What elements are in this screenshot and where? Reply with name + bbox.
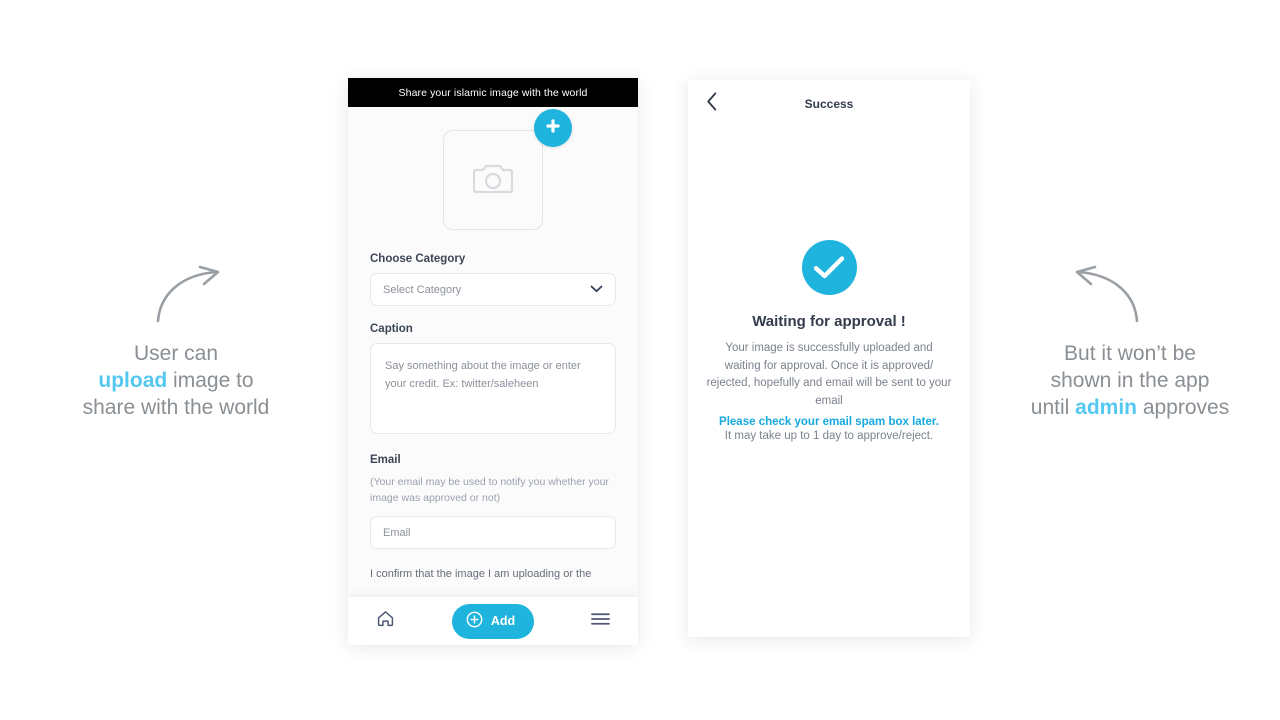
check-circle-icon [801,240,857,295]
email-note: (Your email may be used to notify you wh… [370,476,609,504]
upload-screen: Share your islamic image with the world [348,78,638,645]
app-topbar: Share your islamic image with the world [348,78,638,107]
add-button-label: Add [490,614,516,628]
home-icon[interactable] [376,609,395,633]
annotation-left-line1: User can [133,342,219,365]
success-screen: Success Waiting for approval ! Your imag… [688,80,970,637]
image-uploader[interactable] [370,107,616,253]
email-placeholder: Email [383,526,411,539]
topbar-title: Share your islamic image with the world [398,86,588,99]
success-content: Waiting for approval ! Your image is suc… [688,128,970,442]
annotation-right-line3-pre: until [1030,396,1076,419]
add-button[interactable]: Add [451,603,535,639]
category-selected-value: Select Category [383,283,462,296]
camera-icon [472,161,514,200]
success-page-title: Success [804,97,854,111]
annotation-right-highlight: admin [1075,396,1137,419]
caption-placeholder: Say something about the image or enter y… [385,360,581,390]
success-heading: Waiting for approval ! [752,313,906,330]
hamburger-menu-icon[interactable] [591,612,610,631]
confirm-disclaimer: I confirm that the image I am uploading … [370,568,592,580]
success-message: Your image is successfully uploaded and … [706,342,952,407]
upload-form: Choose Category Select Category Caption … [348,107,638,626]
caption-label: Caption [370,323,413,335]
success-header: Success [688,80,970,128]
add-image-button[interactable] [534,109,572,147]
annotation-left-highlight: upload [98,369,168,392]
annotation-left-line2-rest: image to [167,369,254,392]
showcase-stage: User can upload image to share with the … [0,0,1280,720]
annotation-left-line3: share with the world [82,396,270,419]
annotation-right-line1: But it won’t be [1064,342,1196,365]
annotation-right-line2: shown in the app [1050,369,1210,392]
category-select[interactable]: Select Category [370,273,616,306]
image-placeholder-box[interactable] [443,109,572,230]
plus-circle-icon [466,611,483,631]
plus-icon [544,117,562,140]
caption-input[interactable]: Say something about the image or enter y… [370,343,616,434]
bottom-navigation: Add [348,597,638,645]
spam-box-note: Please check your email spam box later. [719,416,939,428]
category-label: Choose Category [370,253,466,265]
curved-arrow-right-icon [150,265,230,332]
chevron-down-icon [590,284,603,296]
annotation-right: But it won’t be shown in the app until a… [985,340,1275,421]
curved-arrow-left-icon [1065,265,1145,332]
annotation-right-line3-post: approves [1136,396,1230,419]
email-label: Email [370,454,401,466]
approval-eta-note: It may take up to 1 day to approve/rejec… [724,430,934,442]
chevron-left-icon[interactable] [706,92,718,116]
annotation-left: User can upload image to share with the … [36,340,316,421]
email-input[interactable]: Email [370,516,616,549]
annotation-right-line3: until admin approves [985,394,1275,421]
annotation-left-line2: upload image to [36,367,316,394]
